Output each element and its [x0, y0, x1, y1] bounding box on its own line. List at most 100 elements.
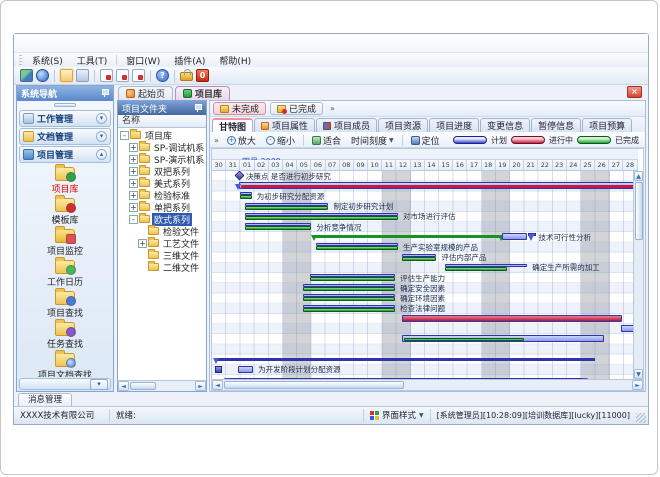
menu-plugins[interactable]: 插件(A) — [167, 53, 212, 68]
scrollbar-thumb[interactable] — [224, 381, 404, 389]
sidebar-item[interactable]: 模板库 — [51, 198, 78, 226]
report-edit-icon[interactable] — [100, 69, 113, 82]
report-delete-icon[interactable] — [116, 69, 129, 82]
tree-row[interactable]: 检验文件 — [118, 225, 206, 237]
resize-grip[interactable] — [636, 413, 646, 423]
gantt-task-bar[interactable] — [303, 284, 395, 291]
gantt-task-bar[interactable] — [445, 264, 527, 271]
sidebar-item[interactable]: 项目文档查找 — [38, 353, 92, 377]
expand-icon[interactable]: + — [138, 239, 147, 248]
gantt-task-bar[interactable] — [245, 223, 312, 230]
scroll-down-icon[interactable]: ▼ — [634, 369, 643, 379]
scroll-right-icon[interactable]: ► — [195, 381, 206, 391]
tree-row[interactable]: 三维文件 — [118, 249, 206, 261]
chevron-down-icon[interactable]: ▾ — [96, 131, 107, 142]
detail-tab[interactable]: 变更信息 — [480, 118, 530, 132]
detail-tab[interactable]: 项目成员 — [316, 118, 377, 132]
chevron-down-icon[interactable]: ▾ — [96, 113, 107, 124]
tree-row[interactable]: +工艺文件 — [118, 237, 206, 249]
scrollbar-thumb[interactable] — [130, 382, 156, 390]
gantt-tool-2[interactable]: -缩小 — [262, 133, 299, 148]
menu-tools[interactable]: 工具(T) — [70, 53, 115, 68]
chevron-overflow-icon[interactable]: » — [327, 104, 338, 113]
expand-icon[interactable]: + — [129, 191, 138, 200]
detail-tab[interactable]: 项目预算 — [582, 118, 632, 132]
expand-icon[interactable]: + — [129, 203, 138, 212]
gantt-bar[interactable] — [238, 366, 254, 373]
gantt-tool-4[interactable]: 时间刻度▼ — [347, 133, 398, 148]
gantt-task-bar[interactable] — [245, 203, 329, 210]
filter-active[interactable]: 未完成 — [213, 102, 266, 115]
tree-horizontal-scrollbar[interactable]: ◄ ► — [118, 380, 206, 391]
gantt-plot-area[interactable]: 决策点 是否进行初步研究为初步研究分配资源制定初步研究计划对市场进行评估分析竞争… — [212, 171, 638, 379]
menu-system[interactable]: 系统(S) — [25, 53, 70, 68]
interface-style-button[interactable]: 界面样式 ▼ — [363, 409, 431, 423]
gantt-tool-5[interactable]: 定位 — [407, 133, 444, 148]
tree-row[interactable]: -项目库 — [118, 129, 206, 141]
pin-icon[interactable] — [101, 89, 109, 98]
sidebar-item[interactable]: 项目库 — [51, 167, 78, 195]
scroll-left-icon[interactable]: ◄ — [212, 380, 223, 390]
stop-icon[interactable]: 0 — [196, 69, 209, 82]
gantt-bar[interactable] — [239, 182, 637, 189]
chevron-overflow-icon[interactable]: » — [214, 136, 219, 145]
menubar-grip[interactable] — [19, 55, 22, 65]
menu-window[interactable]: 窗口(W) — [119, 53, 167, 68]
chevron-up-icon[interactable]: ▴ — [96, 149, 107, 160]
detail-tab[interactable]: 项目资源 — [378, 118, 428, 132]
expand-icon[interactable]: + — [129, 143, 138, 152]
help-icon[interactable]: ? — [156, 69, 169, 82]
gantt-task-bar[interactable] — [303, 294, 395, 301]
menu-help[interactable]: 帮助(H) — [212, 53, 258, 68]
close-icon[interactable]: × — [627, 86, 642, 98]
globe-icon[interactable] — [36, 69, 49, 82]
gantt-task-bar[interactable] — [316, 243, 398, 250]
tree-row[interactable]: +检验标准 — [118, 189, 206, 201]
sidebar-bottom-panel[interactable]: ▾ — [19, 378, 111, 390]
milestone-diamond-icon[interactable] — [235, 171, 245, 180]
sidebar-panel-collapsed[interactable]: 工作管理▾ — [19, 110, 111, 127]
report-view-icon[interactable] — [132, 69, 145, 82]
gantt-horizontal-scrollbar[interactable]: ◄ ► — [212, 379, 643, 390]
scroll-up-icon[interactable]: ▲ — [634, 171, 643, 181]
sidebar-item[interactable]: 项目查找 — [47, 291, 83, 319]
sidebar-collapse-strip[interactable] — [17, 101, 113, 109]
tree-row[interactable]: -欧式系列 — [118, 213, 206, 225]
expand-icon[interactable]: + — [129, 179, 138, 188]
tree-row[interactable]: +双把系列 — [118, 165, 206, 177]
folder-window-icon[interactable] — [76, 69, 89, 82]
gantt-tool-1[interactable]: +放大 — [223, 133, 260, 148]
detail-tab[interactable]: 项目属性 — [254, 118, 315, 132]
tree-row[interactable]: +SP-演示机系 — [118, 153, 206, 165]
sidebar-panel-expanded[interactable]: 项目管理▴ — [19, 146, 111, 163]
expand-icon[interactable]: + — [129, 167, 138, 176]
detail-tab[interactable]: 甘特图 — [212, 118, 253, 132]
gantt-bar[interactable] — [402, 335, 604, 342]
gantt-task-bar[interactable] — [402, 254, 436, 261]
sidebar-item[interactable]: 工作日历 — [47, 260, 83, 288]
tab-project-library[interactable]: 项目库 — [175, 86, 230, 100]
lock-icon[interactable] — [180, 72, 193, 81]
gantt-task-bar[interactable] — [240, 192, 251, 199]
expand-icon[interactable]: + — [129, 155, 138, 164]
screen-icon[interactable] — [20, 69, 33, 82]
sidebar-panel-collapsed[interactable]: 文档管理▾ — [19, 128, 111, 145]
gantt-task-bar[interactable] — [303, 305, 395, 312]
pin-icon[interactable] — [194, 104, 202, 113]
gantt-vertical-scrollbar[interactable]: ▲ ▼ — [633, 171, 643, 379]
tree-row[interactable]: 二维文件 — [118, 261, 206, 273]
gantt-bar[interactable] — [502, 233, 528, 240]
chevron-down-icon[interactable]: ▾ — [90, 379, 108, 390]
scrollbar-thumb[interactable] — [635, 182, 643, 240]
tree-row[interactable]: +单把系列 — [118, 201, 206, 213]
collapse-icon[interactable]: - — [129, 215, 138, 224]
gantt-task-bar[interactable] — [245, 213, 398, 220]
tab-message-management[interactable]: 消息管理 — [18, 393, 72, 406]
scroll-right-icon[interactable]: ► — [632, 380, 643, 390]
tree-row[interactable]: +美式系列 — [118, 177, 206, 189]
gantt-task-bar[interactable] — [310, 274, 395, 281]
detail-tab[interactable]: 暂停信息 — [531, 118, 581, 132]
folder-open-icon[interactable] — [60, 69, 73, 82]
gantt-tool-3[interactable]: 适合 — [308, 133, 345, 148]
tab-start-page[interactable]: 起始页 — [118, 86, 173, 100]
